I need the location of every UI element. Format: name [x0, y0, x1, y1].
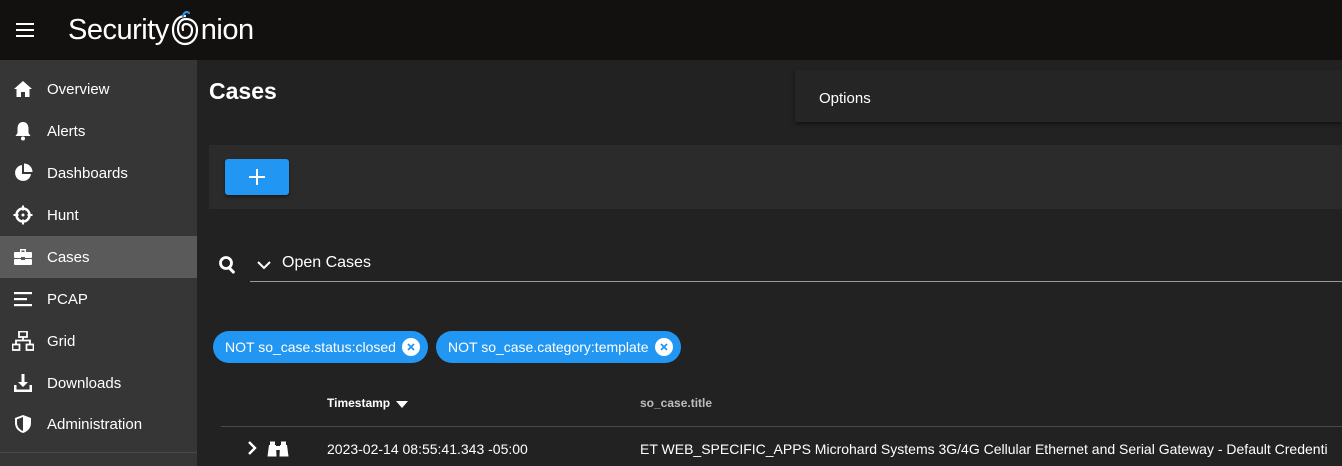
download-icon	[12, 372, 34, 394]
table-header: Timestamp so_case.title	[221, 376, 1342, 427]
sidebar-item-label: Downloads	[47, 374, 122, 392]
search-icon[interactable]	[218, 255, 238, 275]
sidebar-item-pcap[interactable]: PCAP	[0, 278, 197, 320]
sidebar-item-label: PCAP	[47, 290, 88, 308]
sidebar-item-label: Alerts	[47, 122, 86, 140]
top-app-bar: Security nion	[0, 0, 1342, 60]
sidebar-item-alerts[interactable]: Alerts	[0, 110, 197, 152]
sidebar-item-downloads[interactable]: Downloads	[0, 362, 197, 404]
app-logo[interactable]: Security nion	[68, 8, 254, 52]
filter-chip-category[interactable]: NOT so_case.category:template	[436, 331, 681, 363]
close-icon[interactable]	[654, 338, 673, 356]
filter-chip-label: NOT so_case.category:template	[448, 339, 649, 355]
column-header-title[interactable]: so_case.title	[640, 396, 712, 410]
close-icon[interactable]	[401, 338, 420, 356]
query-bar: Open Cases	[209, 245, 1342, 283]
sort-desc-icon	[396, 401, 409, 408]
toolbar	[209, 145, 1342, 209]
network-icon	[12, 330, 34, 352]
query-select[interactable]: Open Cases	[250, 245, 1342, 282]
sidebar-item-label: Administration	[47, 415, 143, 433]
table-row[interactable]: 2023-02-14 08:55:41.343 -05:00 ET WEB_SP…	[221, 428, 1342, 466]
sidebar-item-label: Dashboards	[47, 164, 128, 182]
sidebar-item-grid[interactable]: Grid	[0, 320, 197, 362]
shield-icon	[12, 413, 34, 435]
onion-logo-icon	[171, 10, 198, 46]
filter-chip-status[interactable]: NOT so_case.status:closed	[213, 331, 428, 363]
sidebar-item-administration[interactable]: Administration	[0, 403, 197, 445]
lines-icon	[12, 288, 34, 310]
plus-icon	[249, 169, 265, 185]
bell-icon	[12, 120, 34, 142]
pie-chart-icon	[12, 162, 34, 184]
options-panel[interactable]: Options	[795, 70, 1342, 122]
sidebar-item-label: Cases	[47, 248, 90, 266]
column-header-timestamp[interactable]: Timestamp	[327, 396, 409, 410]
sidebar-item-dashboards[interactable]: Dashboards	[0, 152, 197, 194]
sidebar-item-overview[interactable]: Overview	[0, 68, 197, 110]
sidebar: Overview Alerts Dashboards Hunt Cases PC…	[0, 60, 197, 466]
binoculars-icon[interactable]	[267, 441, 289, 457]
cell-timestamp: 2023-02-14 08:55:41.343 -05:00	[327, 441, 528, 457]
logo-text-right: nion	[200, 13, 254, 46]
briefcase-icon	[12, 246, 34, 268]
sidebar-item-label: Overview	[47, 80, 110, 98]
crosshairs-icon	[12, 204, 34, 226]
chevron-down-icon	[257, 261, 271, 270]
options-label: Options	[819, 90, 871, 107]
sidebar-divider	[0, 452, 197, 453]
sidebar-item-cases[interactable]: Cases	[0, 236, 197, 278]
sidebar-item-label: Hunt	[47, 206, 79, 224]
sidebar-item-hunt[interactable]: Hunt	[0, 194, 197, 236]
sidebar-item-label: Grid	[47, 332, 76, 350]
filter-chip-label: NOT so_case.status:closed	[225, 339, 396, 355]
main-content: Cases Options Open Cases NOT so_case.sta…	[197, 60, 1342, 466]
chevron-right-icon[interactable]	[245, 440, 259, 456]
add-case-button[interactable]	[225, 159, 289, 195]
home-icon	[12, 78, 34, 100]
query-selected-value: Open Cases	[282, 254, 371, 271]
menu-icon[interactable]	[14, 20, 36, 40]
cell-title: ET WEB_SPECIFIC_APPS Microhard Systems 3…	[640, 441, 1328, 457]
column-header-label: Timestamp	[327, 396, 391, 410]
logo-text-left: Security	[68, 13, 169, 46]
page-title: Cases	[209, 78, 277, 104]
